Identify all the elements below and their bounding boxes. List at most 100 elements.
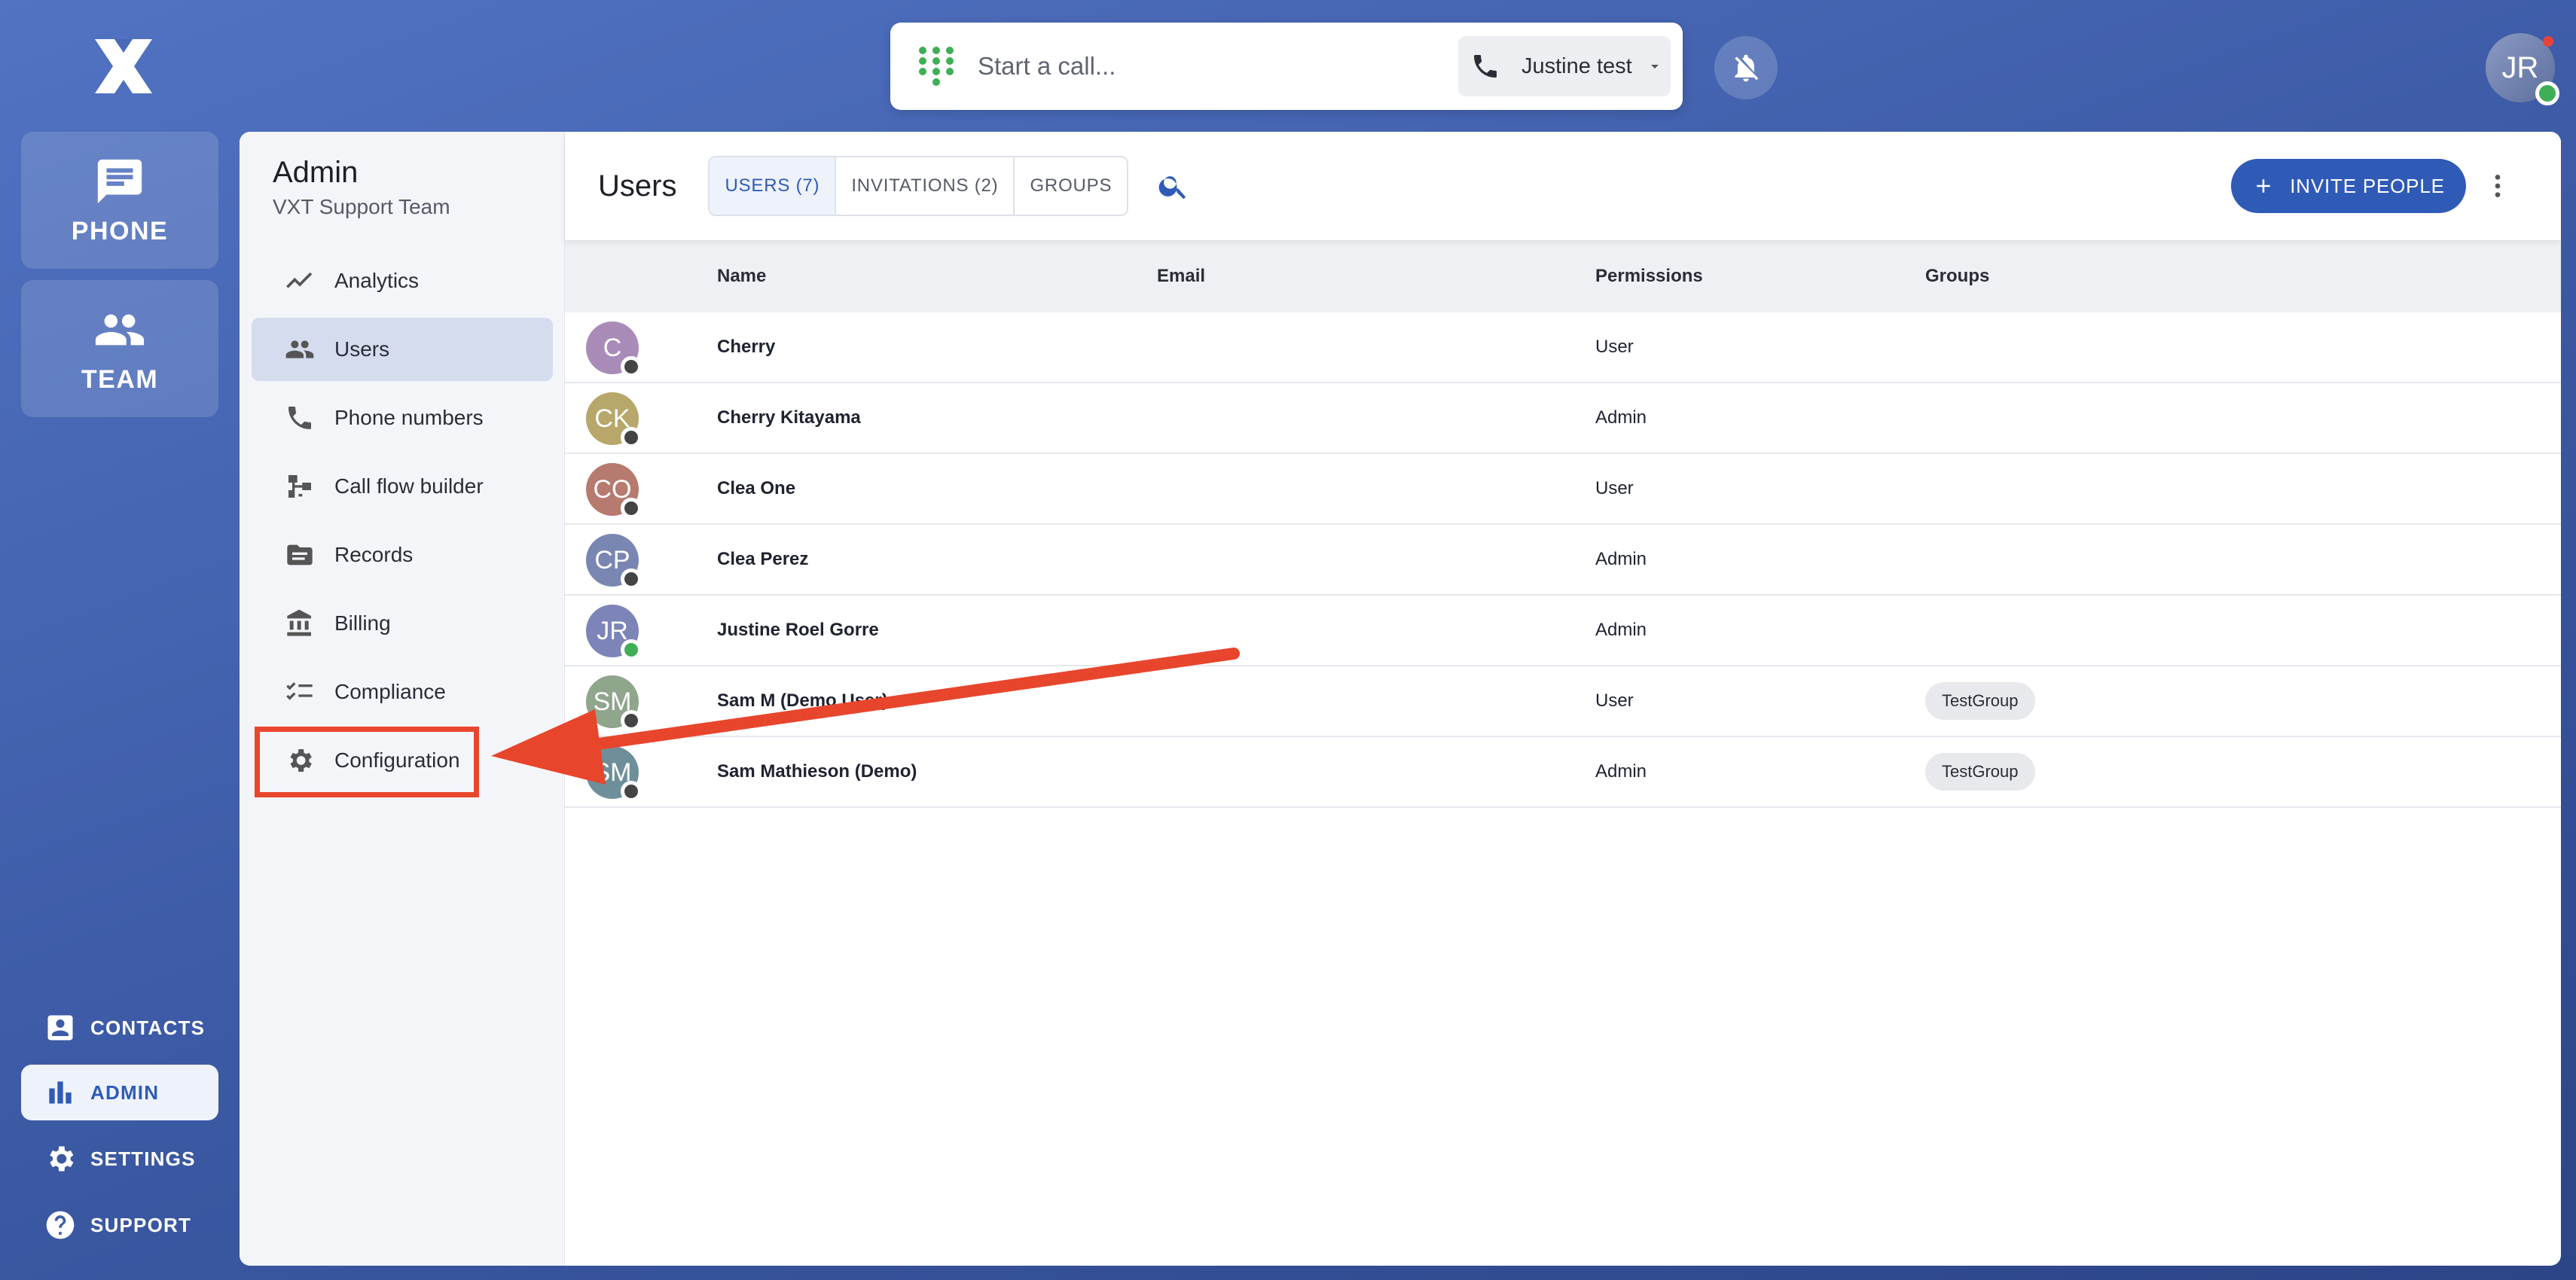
group-chip[interactable]: TestGroup [1925,682,2035,720]
phone-icon [1474,55,1497,78]
call-input[interactable] [978,52,1445,81]
user-name: Sam Mathieson (Demo) [717,761,917,782]
user-permission: User [1595,690,1634,711]
column-groups[interactable]: Groups [1925,240,1989,312]
subnav-label: Call flow builder [334,474,484,498]
line-select-label: Justine test [1521,53,1632,78]
subnav-label: Users [334,337,390,361]
users-tabs: USERS (7) INVITATIONS (2) GROUPS [708,156,1129,216]
presence-dot [621,781,642,802]
admin-title: Admin [273,156,359,189]
rail-contacts-label: CONTACTS [90,1016,206,1039]
contacts-icon [47,1015,73,1041]
column-permissions[interactable]: Permissions [1595,240,1703,312]
user-permission: Admin [1595,549,1647,569]
vxt-logo-icon [92,36,155,96]
invite-people-button[interactable]: INVITE PEOPLE [2231,159,2466,213]
rail-settings-label: SETTINGS [90,1147,196,1170]
subnav-label: Records [334,543,414,566]
presence-dot [621,427,642,448]
user-avatar: CK [586,392,642,448]
presence-dot [621,639,642,660]
user-permission: User [1595,337,1634,357]
chat-icon [97,159,142,203]
user-name: Justine Roel Gorre [717,620,879,640]
billing-icon [287,609,311,636]
page-title: Users [598,169,677,203]
avatar-initials: JR [597,616,628,645]
notification-dot [2543,36,2553,47]
analytics-icon [286,272,313,288]
table-row[interactable]: CP Clea Perez Admin [565,525,2561,596]
phone-icon [288,407,311,429]
rail-admin-button[interactable]: ADMIN [21,1065,218,1120]
call-flow-icon [288,475,311,498]
rail-settings-button[interactable]: SETTINGS [21,1131,218,1187]
dialpad-icon[interactable] [917,45,955,87]
subnav-item-call-flow-builder[interactable]: Call flow builder [252,455,553,518]
gear-icon [50,1146,74,1172]
team-icon [95,314,145,345]
table-row[interactable]: JR Justine Roel Gorre Admin [565,596,2561,666]
help-icon [46,1211,75,1239]
user-avatar: SM [586,675,642,731]
search-icon[interactable] [1157,169,1190,203]
rail-phone-button[interactable]: PHONE [21,132,218,269]
user-name: Clea Perez [717,549,809,569]
tab-groups[interactable]: GROUPS [1015,157,1127,215]
users-icon [285,340,314,358]
online-status-dot [2535,81,2559,105]
subnav-item-users[interactable]: Users [252,318,553,381]
rail-admin-label: ADMIN [90,1080,160,1104]
line-select-dropdown[interactable]: Justine test [1458,36,1671,96]
user-avatar: SM [586,746,642,802]
rail-support-label: SUPPORT [90,1213,192,1236]
group-chip[interactable]: TestGroup [1925,753,2035,791]
user-name: Cherry Kitayama [717,407,861,428]
presence-dot [621,710,642,731]
user-permission: Admin [1595,407,1647,428]
table-row[interactable]: SM Sam Mathieson (Demo) Admin TestGroup [565,737,2561,808]
users-content: Users USERS (7) INVITATIONS (2) GROUPS I… [565,132,2561,1266]
presence-dot [621,356,642,377]
tab-users[interactable]: USERS (7) [710,157,837,215]
subnav-item-analytics[interactable]: Analytics [252,249,553,312]
subnav-label: Compliance [334,680,446,703]
records-icon [287,544,313,565]
column-email[interactable]: Email [1157,240,1205,312]
rail-team-button[interactable]: TEAM [21,280,218,417]
annotation-highlight-box [255,727,479,797]
subnav-item-records[interactable]: Records [252,523,553,587]
user-avatar[interactable]: JR [2486,33,2559,105]
bell-off-icon [1735,54,1759,82]
user-name: Cherry [717,337,776,357]
user-permission: Admin [1595,761,1647,782]
subnav-item-billing[interactable]: Billing [252,592,553,655]
invite-people-label: INVITE PEOPLE [2290,174,2445,197]
tab-invitations[interactable]: INVITATIONS (2) [836,157,1015,215]
table-row[interactable]: C Cherry User [565,312,2561,383]
table-header: Name Email Permissions Groups [565,240,2561,312]
column-name[interactable]: Name [717,240,766,312]
user-initials: JR [2501,50,2539,84]
plus-icon [2257,179,2271,193]
user-avatar: JR [586,605,642,660]
presence-dot [621,568,642,590]
caret-down-icon [1650,65,1659,69]
user-avatar: CP [586,534,642,590]
rail-contacts-button[interactable]: CONTACTS [21,1000,218,1056]
compliance-icon [286,682,313,700]
user-permission: User [1595,478,1634,498]
more-vert-icon[interactable] [2483,171,2513,201]
call-bar: Justine test [890,23,1683,110]
user-avatar: CO [586,463,642,519]
table-row[interactable]: CK Cherry Kitayama Admin [565,383,2561,454]
subnav-item-compliance[interactable]: Compliance [252,660,553,724]
subnav-label: Phone numbers [334,406,484,429]
table-row[interactable]: CO Clea One User [565,454,2561,525]
notifications-off-button[interactable] [1714,36,1778,99]
table-row[interactable]: SM Sam M (Demo User) User TestGroup [565,666,2561,737]
bar-chart-icon [49,1081,72,1104]
subnav-item-phone-numbers[interactable]: Phone numbers [252,386,553,450]
rail-support-button[interactable]: SUPPORT [21,1197,218,1253]
